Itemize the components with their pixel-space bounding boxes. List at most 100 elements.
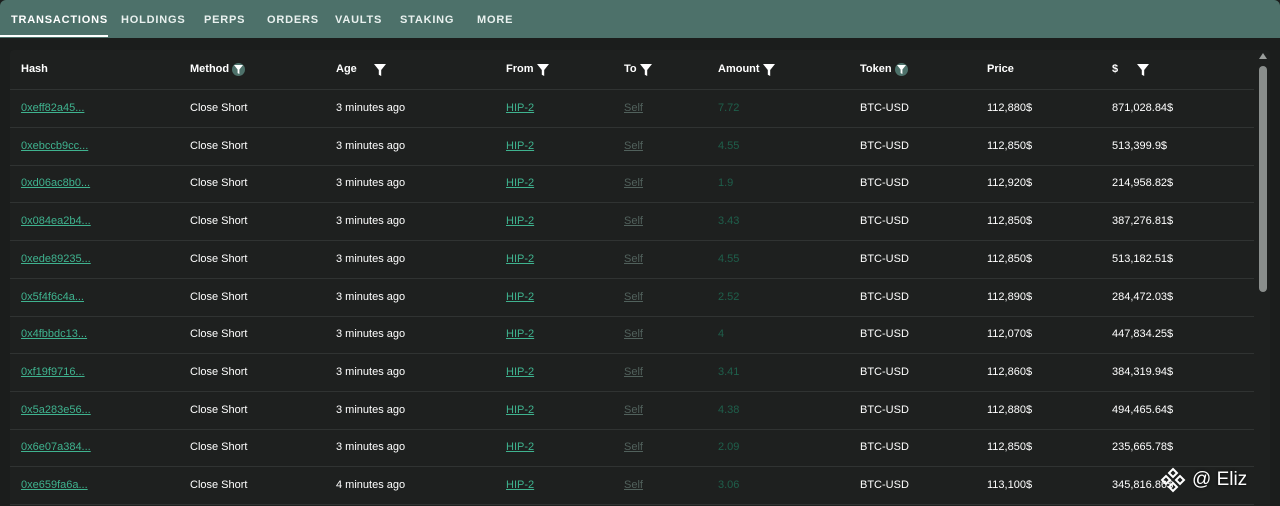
amount-cell: 1.9: [718, 177, 734, 190]
hash-link[interactable]: 0x5f4f6c4a...: [21, 279, 84, 316]
table-row[interactable]: 0xebccb9cc... Close Short 3 minutes ago HIP…: [10, 128, 1254, 166]
to-link[interactable]: Self: [624, 429, 643, 466]
hash-link[interactable]: 0x4fbbdc13...: [21, 316, 87, 353]
table-row[interactable]: 0x5f4f6c4a... Close Short 3 minutes ago HIP…: [10, 279, 1254, 317]
tab-transactions[interactable]: TRANSACTIONS: [11, 0, 108, 38]
to-link[interactable]: Self: [624, 316, 643, 353]
from-link[interactable]: HIP-2: [506, 429, 534, 466]
filter-icon[interactable]: [536, 63, 549, 76]
watermark: @ Eliz: [1160, 466, 1247, 494]
tab-perps[interactable]: PERPS: [204, 0, 245, 38]
column-header-label: Token: [860, 63, 892, 75]
price-cell: 113,100$: [987, 479, 1033, 491]
price-cell: 112,850$: [987, 215, 1033, 228]
table-row[interactable]: 0xd06ac8b0... Close Short 3 minutes ago HIP…: [10, 165, 1254, 204]
age-cell: 3 minutes ago: [336, 403, 406, 416]
amount-cell: 4.55: [718, 139, 740, 152]
scrollbar-thumb[interactable]: [1259, 66, 1267, 292]
column-header-label: Age: [336, 63, 357, 75]
to-link[interactable]: Self: [624, 203, 643, 240]
method-cell: Close Short: [190, 252, 248, 265]
column-header-label: To: [624, 63, 637, 75]
method-cell: Close Short: [190, 215, 248, 228]
scroll-up-arrow-icon[interactable]: [1259, 53, 1267, 59]
hash-link[interactable]: 0xe659fa6a...: [21, 467, 88, 504]
from-link[interactable]: HIP-2: [506, 354, 534, 391]
from-link[interactable]: HIP-2: [506, 467, 534, 504]
filter-icon[interactable]: [1137, 63, 1150, 76]
token-cell: BTC-USD: [860, 102, 909, 114]
table-row[interactable]: 0xf19f9716... Close Short 3 minutes ago HIP…: [10, 354, 1254, 392]
column-header-token: Token: [860, 50, 908, 89]
from-link[interactable]: HIP-2: [506, 128, 534, 165]
table-row[interactable]: 0xeff82a45... Close Short 3 minutes ago HIP…: [10, 90, 1254, 128]
active-tab-indicator: [0, 35, 108, 37]
to-link[interactable]: Self: [624, 354, 643, 391]
hash-link[interactable]: 0xf19f9716...: [21, 354, 85, 391]
vertical-scrollbar[interactable]: [1256, 50, 1270, 506]
token-cell: BTC-USD: [860, 139, 909, 152]
column-header-label: $: [1112, 63, 1119, 75]
token-cell: BTC-USD: [860, 403, 909, 416]
filter-icon[interactable]: [232, 63, 246, 76]
column-header-label: Method: [190, 63, 230, 75]
method-cell: Close Short: [190, 441, 248, 454]
from-link[interactable]: HIP-2: [506, 316, 534, 353]
hash-link[interactable]: 0xd06ac8b0...: [21, 165, 90, 202]
age-cell: 3 minutes ago: [336, 102, 406, 114]
from-link[interactable]: HIP-2: [506, 392, 534, 429]
to-link[interactable]: Self: [624, 165, 643, 202]
table-row[interactable]: 0x084ea2b4... Close Short 3 minutes ago HIP…: [10, 203, 1254, 242]
table-row[interactable]: 0x5a283e56... Close Short 3 minutes ago HIP…: [10, 392, 1254, 430]
hash-link[interactable]: 0x6e07a384...: [21, 429, 91, 466]
price-cell: 112,850$: [987, 252, 1033, 265]
usd-value-cell: 513,399.9$: [1112, 139, 1168, 152]
from-link[interactable]: HIP-2: [506, 90, 534, 127]
to-link[interactable]: Self: [624, 128, 643, 165]
tab-staking[interactable]: STAKING: [400, 0, 454, 38]
table-row[interactable]: 0x4fbbdc13... Close Short 3 minutes ago HIP…: [10, 316, 1254, 355]
from-link[interactable]: HIP-2: [506, 165, 534, 202]
filter-icon[interactable]: [373, 63, 386, 76]
hash-link[interactable]: 0xede89235...: [21, 241, 91, 278]
tab-vaults[interactable]: VAULTS: [335, 0, 382, 38]
filter-icon[interactable]: [894, 63, 908, 76]
to-link[interactable]: Self: [624, 241, 643, 278]
price-cell: 112,890$: [987, 290, 1033, 303]
usd-value-cell: 235,665.78$: [1112, 441, 1174, 454]
tab-holdings[interactable]: HOLDINGS: [121, 0, 185, 38]
table-row[interactable]: 0x6e07a384... Close Short 3 minutes ago HIP…: [10, 429, 1254, 468]
from-link[interactable]: HIP-2: [506, 203, 534, 240]
filter-icon[interactable]: [639, 63, 652, 76]
table-row[interactable]: 0xe659fa6a... Close Short 4 minutes ago HIP…: [10, 467, 1254, 505]
to-link[interactable]: Self: [624, 90, 643, 127]
from-link[interactable]: HIP-2: [506, 241, 534, 278]
age-cell: 3 minutes ago: [336, 290, 406, 303]
tab-orders[interactable]: ORDERS: [267, 0, 319, 38]
to-link[interactable]: Self: [624, 279, 643, 316]
amount-cell: 3.06: [718, 479, 740, 491]
token-cell: BTC-USD: [860, 365, 909, 378]
amount-cell: 4.38: [718, 403, 740, 416]
price-cell: 112,920$: [987, 177, 1033, 190]
from-link[interactable]: HIP-2: [506, 279, 534, 316]
method-cell: Close Short: [190, 365, 248, 378]
token-cell: BTC-USD: [860, 479, 909, 491]
hash-link[interactable]: 0xebccb9cc...: [21, 128, 88, 165]
tab-more[interactable]: MORE: [477, 0, 513, 38]
to-link[interactable]: Self: [624, 392, 643, 429]
hash-link[interactable]: 0x084ea2b4...: [21, 203, 91, 240]
hash-link[interactable]: 0x5a283e56...: [21, 392, 91, 429]
age-cell: 3 minutes ago: [336, 252, 406, 265]
table-row[interactable]: 0xede89235... Close Short 3 minutes ago HIP…: [10, 241, 1254, 279]
table-header: Hash Method Age From To Amount Token Pri…: [10, 50, 1254, 90]
diamond-logo-icon: [1160, 467, 1186, 493]
age-cell: 3 minutes ago: [336, 328, 406, 341]
filter-icon[interactable]: [762, 63, 775, 76]
hash-link[interactable]: 0xeff82a45...: [21, 90, 84, 127]
transactions-table-panel: Hash Method Age From To Amount Token Pri…: [10, 50, 1270, 506]
to-link[interactable]: Self: [624, 467, 643, 504]
usd-value-cell: 494,465.64$: [1112, 403, 1174, 416]
amount-cell: 3.43: [718, 215, 740, 228]
usd-value-cell: 387,276.81$: [1112, 215, 1174, 228]
